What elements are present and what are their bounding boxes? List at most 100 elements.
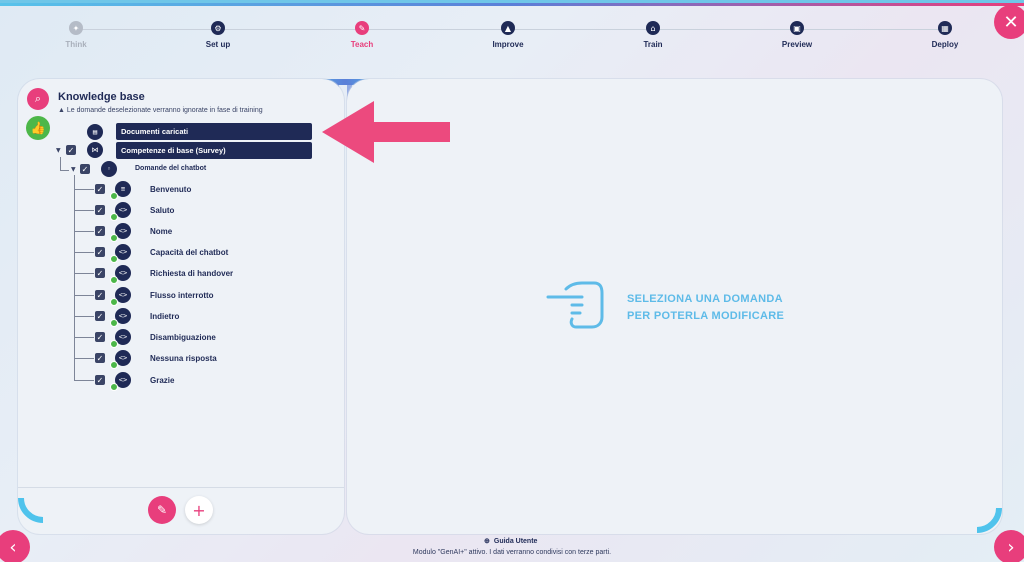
tree-connector [74,175,75,381]
item-checkbox[interactable]: ✓ [95,353,105,363]
step-label: Teach [350,40,374,49]
status-dot [110,213,118,221]
tree-connector [74,231,94,232]
tree-connector [74,358,94,359]
arrow-left-icon [322,101,450,163]
step-label: Improve [492,40,524,49]
next-button[interactable]: › [994,530,1024,562]
help-icon: ⊕ [484,538,490,545]
group-label: Domande del chatbot [135,165,207,172]
edit-button[interactable]: ✎ [148,496,176,524]
status-dot [110,276,118,284]
close-button[interactable]: ✕ [994,5,1024,39]
user-guide-label: Guida Utente [493,537,538,545]
warning-icon: ▲ [58,107,67,114]
add-button[interactable]: + [185,496,213,524]
gear-icon: ⚙ [211,21,225,35]
pencil-icon: ✎ [355,21,369,35]
tree-connector [60,157,61,170]
status-dot [110,255,118,263]
tree-connector [74,273,94,274]
tree-connector [74,189,94,190]
status-dot [110,319,118,327]
pointing-hand-icon [546,281,604,329]
user-guide-link[interactable]: ⊕ Guida Utente [484,537,538,546]
warning-text: ▲ Le domande deselezionate verranno igno… [58,107,263,114]
step-label: Set up [205,40,231,49]
search-icon: ⌕ [34,92,42,105]
search-button[interactable]: ⌕ [27,88,49,110]
plus-icon: + [192,500,206,520]
item-label: Indietro [150,312,180,321]
item-label: Saluto [150,206,175,215]
panel-title: Knowledge base [58,91,145,103]
tree-connector [74,316,94,317]
status-dot [110,361,118,369]
item-checkbox[interactable]: ✓ [95,290,105,300]
share-icon: ⋈ [87,142,103,158]
status-dot [110,383,118,391]
caret-down-icon[interactable]: ▼ [71,166,76,173]
warning-label: Le domande deselezionate verranno ignora… [66,107,263,114]
tree-connector [74,210,94,211]
item-label: Grazie [150,376,175,385]
group-checkbox[interactable]: ✓ [80,164,90,174]
thumbs-up-icon: 👍 [30,121,46,135]
status-dot [110,234,118,242]
step-deploy[interactable]: ▦ Deploy [905,21,985,49]
flow-icon: ◦ [101,161,117,177]
pencil-icon: ✎ [156,503,168,517]
item-label: Richiesta di handover [150,269,234,278]
documents-item[interactable]: Documenti caricati [116,123,312,140]
tree-connector [74,295,94,296]
step-label: Preview [781,40,813,49]
step-label: Deploy [931,40,959,49]
item-checkbox[interactable]: ✓ [95,311,105,321]
step-label: Think [65,40,87,49]
item-label: Capacità del chatbot [150,248,229,257]
tree-connector [74,252,94,253]
item-checkbox[interactable]: ✓ [95,247,105,257]
chart-icon: ▲ [501,21,515,35]
item-label: Nessuna risposta [150,354,217,363]
status-dot [110,340,118,348]
status-dot [110,298,118,306]
step-think[interactable]: ✦ Think [36,21,116,49]
hint-line: PER POTERLA MODIFICARE [627,310,785,322]
footer-note: Modulo "GenAI+" attivo. I dati verranno … [412,549,612,556]
close-icon: ✕ [1003,11,1019,33]
item-label: Benvenuto [150,185,192,194]
item-checkbox[interactable]: ✓ [95,184,105,194]
approve-button[interactable]: 👍 [26,116,50,140]
caret-down-icon[interactable]: ▼ [56,147,61,154]
item-checkbox[interactable]: ✓ [95,332,105,342]
tree-connector [60,170,69,171]
document-icon: ▤ [87,124,103,140]
empty-state-hint: SELEZIONA UNA DOMANDA PER POTERLA MODIFI… [627,291,784,325]
step-setup[interactable]: ⚙ Set up [178,21,258,49]
step-preview[interactable]: ▣ Preview [757,21,837,49]
survey-item[interactable]: Competenze di base (Survey) [116,142,312,159]
status-dot [110,192,118,200]
step-label: Train [643,40,663,49]
hint-line: SELEZIONA UNA DOMANDA [627,293,783,305]
item-checkbox[interactable]: ✓ [95,226,105,236]
progress-stepper: ✦ Think ⚙ Set up ✎ Teach ▲ Improve ⌂ Tra… [0,17,1024,57]
item-checkbox[interactable]: ✓ [95,268,105,278]
survey-checkbox[interactable]: ✓ [66,145,76,155]
step-teach[interactable]: ✎ Teach [322,21,402,49]
bulb-icon: ✦ [69,21,83,35]
step-train[interactable]: ⌂ Train [613,21,693,49]
tree-connector [74,380,94,381]
item-checkbox[interactable]: ✓ [95,375,105,385]
item-checkbox[interactable]: ✓ [95,205,105,215]
item-label: Nome [150,227,173,236]
tree-connector [74,337,94,338]
back-button[interactable]: ‹ [0,530,30,562]
grid-icon: ▦ [938,21,952,35]
app-frame: ✦ Think ⚙ Set up ✎ Teach ▲ Improve ⌂ Tra… [0,0,1024,562]
panel-divider [18,487,344,488]
item-label: Disambiguazione [150,333,216,342]
item-label: Flusso interrotto [150,291,214,300]
step-improve[interactable]: ▲ Improve [468,21,548,49]
